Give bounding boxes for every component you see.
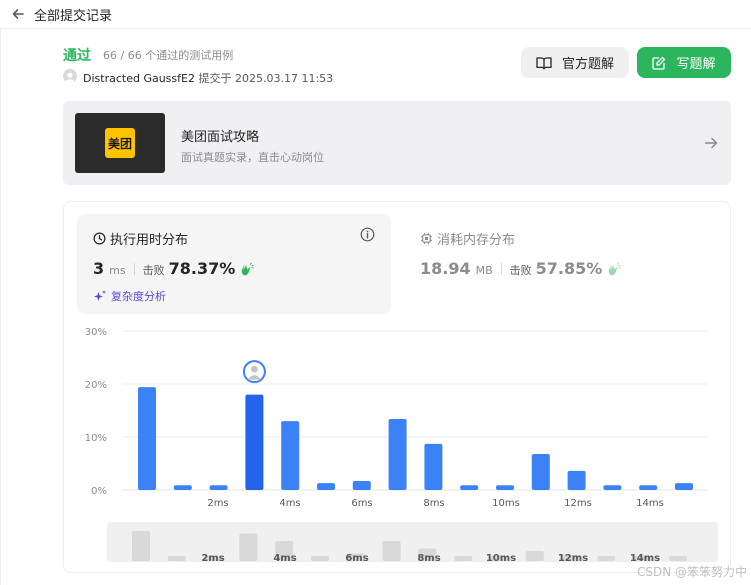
- y-tick-label: 10%: [85, 433, 107, 444]
- chart-bar[interactable]: [138, 387, 156, 490]
- user-icon: [251, 365, 258, 373]
- chart-bar[interactable]: [245, 394, 264, 490]
- brush-tick-label: 8ms: [417, 553, 440, 564]
- brush-bar: [239, 533, 258, 561]
- x-tick-label: 12ms: [564, 498, 592, 509]
- chart-bar[interactable]: [424, 443, 443, 490]
- brush-bar: [132, 531, 150, 561]
- chart-bar[interactable]: [496, 485, 514, 490]
- x-tick-label: 4ms: [279, 498, 300, 509]
- brush-bar: [382, 541, 401, 561]
- chart-bar[interactable]: [317, 483, 335, 490]
- chart-bar[interactable]: [675, 483, 693, 490]
- brush-tick-label: 12ms: [558, 553, 588, 564]
- x-tick-label: 6ms: [351, 498, 372, 509]
- x-tick-label: 8ms: [423, 498, 444, 509]
- chart-bar[interactable]: [209, 485, 228, 490]
- brush-bar: [669, 556, 687, 561]
- chart-bar[interactable]: [460, 485, 479, 490]
- brush-tick-label: 10ms: [486, 553, 516, 564]
- runtime-distribution-chart: 30% 20% 10% 0% 2ms 4ms 6ms 8ms 10ms 12ms 14ms 2ms 4m…: [85, 327, 708, 564]
- chart-bar[interactable]: [531, 453, 550, 490]
- brush-bar: [167, 556, 186, 561]
- chart-bar[interactable]: [173, 485, 192, 490]
- chart-bar[interactable]: [388, 418, 407, 490]
- y-tick-label: 20%: [85, 380, 107, 391]
- brush-bar: [311, 556, 329, 561]
- chart-bar[interactable]: [281, 421, 300, 490]
- x-tick-label: 10ms: [492, 498, 520, 509]
- chart-bar[interactable]: [352, 480, 371, 490]
- brush-bar: [525, 551, 544, 561]
- brush-bar: [454, 556, 473, 561]
- brush-tick-label: 2ms: [201, 553, 224, 564]
- brush-tick-label: 4ms: [273, 553, 296, 564]
- chart-bar[interactable]: [639, 485, 658, 490]
- brush-tick-label: 6ms: [345, 553, 368, 564]
- watermark: CSDN @笨笨努力中: [636, 565, 747, 579]
- chart-bar[interactable]: [567, 470, 586, 490]
- chart-bar[interactable]: [603, 485, 622, 490]
- x-tick-label: 14ms: [636, 498, 664, 509]
- y-tick-label: 0%: [91, 486, 107, 497]
- y-tick-label: 30%: [85, 327, 107, 338]
- x-tick-label: 2ms: [207, 498, 228, 509]
- brush-bar: [597, 556, 616, 561]
